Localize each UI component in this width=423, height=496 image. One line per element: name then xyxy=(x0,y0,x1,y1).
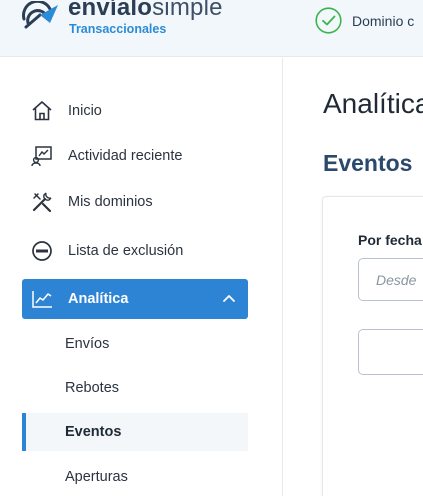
logo-icon xyxy=(22,1,58,29)
subitem-rebotes[interactable]: Rebotes xyxy=(22,369,248,407)
subitem-label: Envíos xyxy=(65,336,110,352)
sidebar-item-actividad[interactable]: Actividad reciente xyxy=(22,136,248,176)
domain-status: Dominio c xyxy=(315,7,414,34)
sidebar-item-label: Mis dominios xyxy=(68,194,153,210)
sidebar-nav: Inicio Actividad reciente Mis dominios L… xyxy=(0,58,283,496)
activity-icon xyxy=(30,144,54,168)
chart-icon xyxy=(30,287,54,311)
subitem-label: Aperturas xyxy=(65,469,128,485)
subitem-label: Rebotes xyxy=(65,380,120,396)
subitem-label: Eventos xyxy=(65,424,122,440)
sidebar-item-label: Analítica xyxy=(68,291,129,307)
tools-icon xyxy=(30,190,54,214)
sidebar-item-label: Actividad reciente xyxy=(68,148,183,164)
chevron-up-icon[interactable] xyxy=(222,291,236,305)
date-from-input[interactable] xyxy=(358,258,423,301)
sidebar-item-inicio[interactable]: Inicio xyxy=(22,91,248,131)
check-circle-icon xyxy=(315,7,342,34)
sidebar-item-analitica[interactable]: Analítica xyxy=(22,279,248,319)
brand-name[interactable]: envíalosimple xyxy=(68,0,223,22)
subitem-eventos[interactable]: Eventos xyxy=(22,413,248,451)
subitem-envios[interactable]: Envíos xyxy=(22,325,248,363)
status-text: Dominio c xyxy=(352,12,415,29)
sidebar-item-dominios[interactable]: Mis dominios xyxy=(22,182,248,222)
subitem-aperturas[interactable]: Aperturas xyxy=(22,458,248,496)
block-icon xyxy=(30,239,54,263)
home-icon xyxy=(30,99,54,123)
sidebar-item-label: Inicio xyxy=(68,103,102,119)
filter-label: Por fecha xyxy=(358,232,422,248)
top-header: envíalosimple Transaccionales Dominio c xyxy=(0,0,423,57)
brand-subtitle: Transaccionales xyxy=(69,22,167,36)
filter-select[interactable] xyxy=(358,329,423,375)
sidebar-item-exclusion[interactable]: Lista de exclusión xyxy=(22,231,248,271)
sidebar-item-label: Lista de exclusión xyxy=(68,243,184,259)
page-title: Analítica xyxy=(323,88,423,119)
section-title: Eventos xyxy=(323,150,413,176)
